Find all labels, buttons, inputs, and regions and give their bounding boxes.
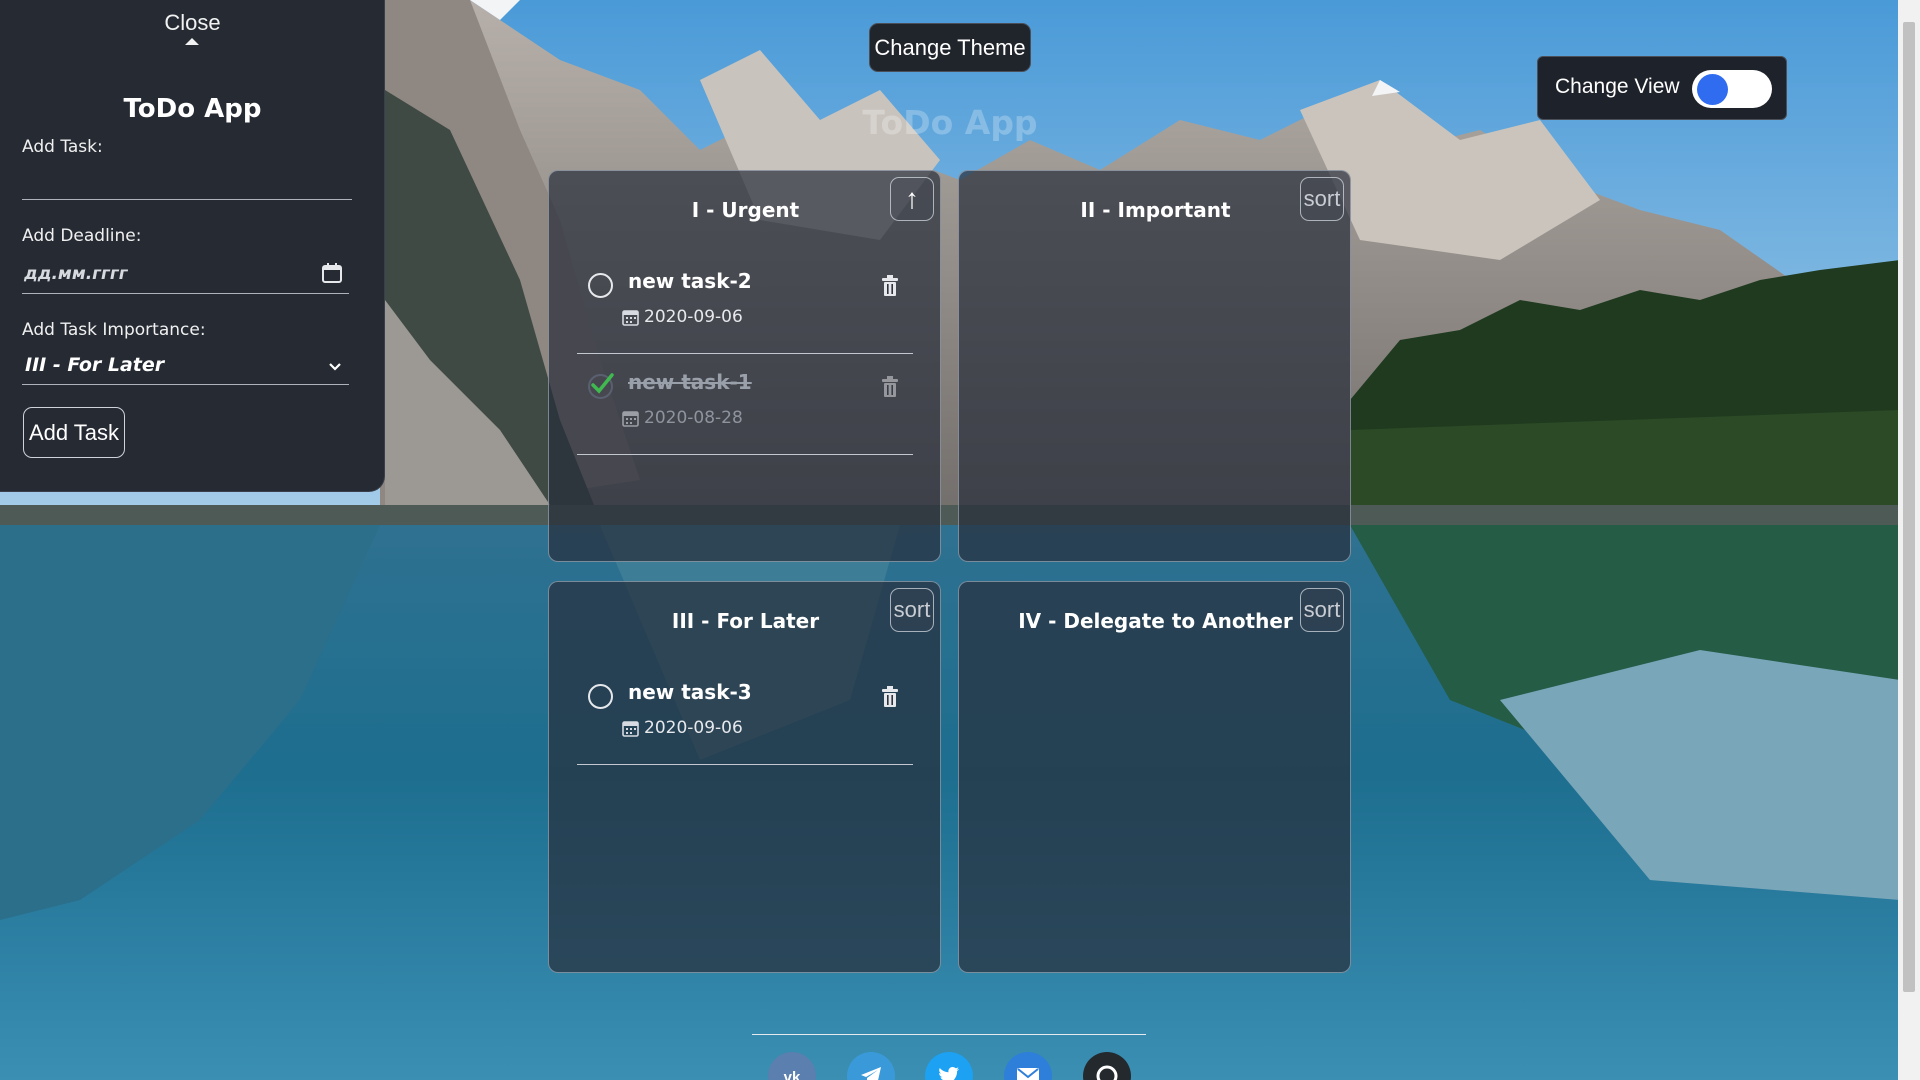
- importance-underline: [22, 384, 349, 385]
- close-panel-button[interactable]: Close: [0, 10, 385, 36]
- calendar-icon[interactable]: [321, 262, 343, 284]
- deadline-input[interactable]: дд.мм.гггг: [24, 264, 128, 284]
- calendar-icon: [622, 721, 639, 737]
- check-icon[interactable]: [587, 369, 617, 399]
- scrollbar-thumb[interactable]: [1903, 22, 1915, 992]
- change-theme-button[interactable]: Change Theme: [869, 23, 1031, 72]
- quadrant-title: IV - Delegate to Another: [1018, 609, 1293, 633]
- svg-text:vk: vk: [784, 1069, 801, 1080]
- task-deadline: 2020-09-06: [644, 718, 743, 738]
- add-deadline-label: Add Deadline:: [22, 226, 142, 246]
- task-item: new task-2 2020-09-06: [577, 253, 913, 354]
- trash-icon[interactable]: [881, 376, 899, 398]
- panel-title: ToDo App: [123, 94, 262, 124]
- task-item: new task-3 2020-09-06: [577, 664, 913, 765]
- trash-icon[interactable]: [881, 686, 899, 708]
- task-name: new task-2: [628, 269, 752, 293]
- task-item: new task-1 2020-08-28: [577, 354, 913, 455]
- toggle-knob: [1697, 74, 1728, 105]
- task-name-input[interactable]: [22, 164, 352, 200]
- sort-button[interactable]: sort: [890, 588, 934, 632]
- change-view-toggle[interactable]: [1692, 70, 1772, 108]
- quadrant-title: II - Important: [1080, 198, 1231, 222]
- sort-button[interactable]: sort: [1300, 588, 1344, 632]
- add-task-button[interactable]: Add Task: [23, 407, 125, 458]
- deadline-underline: [22, 293, 349, 294]
- page-title: ToDo App: [862, 103, 1038, 142]
- calendar-icon: [622, 310, 639, 326]
- change-view-control: Change View: [1537, 56, 1787, 120]
- task-checkbox[interactable]: [588, 684, 613, 709]
- page-scrollbar[interactable]: [1898, 0, 1920, 1080]
- change-view-label: Change View: [1555, 75, 1680, 98]
- task-name: new task-3: [628, 680, 752, 704]
- quadrant-urgent: I - Urgent ↑ new task-2 2020-09-06 new t…: [548, 170, 941, 562]
- sort-button[interactable]: ↑: [890, 177, 934, 221]
- chevron-down-icon[interactable]: [328, 362, 342, 372]
- sort-button[interactable]: sort: [1300, 177, 1344, 221]
- calendar-icon: [622, 411, 639, 427]
- task-name: new task-1: [628, 370, 752, 394]
- footer-divider: [752, 1034, 1146, 1035]
- task-deadline: 2020-08-28: [644, 408, 743, 428]
- quadrant-important: II - Important sort: [958, 170, 1351, 562]
- importance-label: Add Task Importance:: [22, 320, 206, 340]
- add-task-label: Add Task:: [22, 137, 103, 157]
- task-checkbox[interactable]: [588, 273, 613, 298]
- quadrant-title: I - Urgent: [691, 198, 800, 222]
- importance-select[interactable]: III - For Later: [25, 354, 164, 376]
- trash-icon[interactable]: [881, 275, 899, 297]
- add-task-panel: Close ToDo App Add Task: Add Deadline: д…: [0, 0, 385, 492]
- quadrant-title: III - For Later: [671, 609, 820, 633]
- quadrant-delegate: IV - Delegate to Another sort: [958, 581, 1351, 973]
- caret-up-icon[interactable]: [185, 38, 199, 45]
- task-deadline: 2020-09-06: [644, 307, 743, 327]
- quadrant-for-later: III - For Later sort new task-3 2020-09-…: [548, 581, 941, 973]
